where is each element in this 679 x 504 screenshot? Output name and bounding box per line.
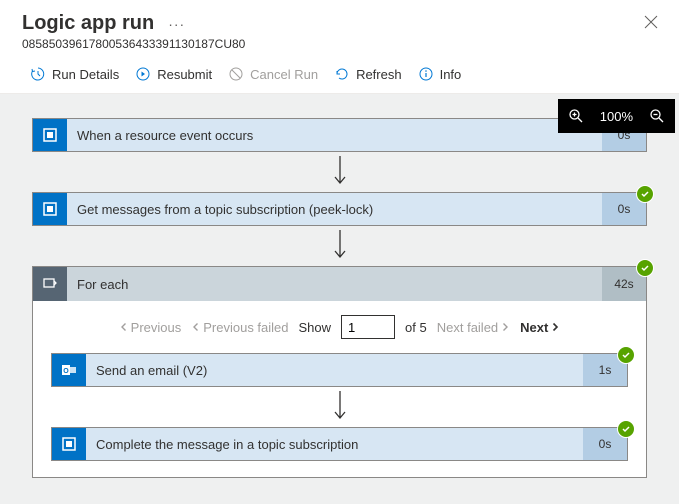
foreach-container: For each 42s Previous Previous failed Sh… (32, 266, 647, 478)
resubmit-icon (135, 66, 151, 82)
step-complete-label: Complete the message in a topic subscrip… (86, 428, 583, 460)
run-id-text: 08585039617800536433391130187CU80 (22, 37, 657, 51)
zoom-out-icon[interactable] (649, 108, 665, 124)
step-trigger-label: When a resource event occurs (67, 119, 602, 151)
run-details-button[interactable]: Run Details (30, 66, 119, 82)
run-details-label: Run Details (52, 67, 119, 82)
cancel-run-label: Cancel Run (250, 67, 318, 82)
refresh-icon (334, 66, 350, 82)
step-peek-lock[interactable]: Get messages from a topic subscription (… (32, 192, 647, 226)
info-icon (418, 66, 434, 82)
page-input[interactable] (341, 315, 395, 339)
info-button[interactable]: Info (418, 66, 462, 82)
resubmit-label: Resubmit (157, 67, 212, 82)
of-total-label: of 5 (405, 320, 427, 335)
svg-text:O: O (63, 368, 69, 375)
page-title: Logic app run (22, 12, 154, 35)
zoom-toolbar: 100% (558, 99, 675, 133)
resubmit-button[interactable]: Resubmit (135, 66, 212, 82)
overflow-menu-icon[interactable]: ··· (168, 16, 185, 32)
toolbar: Run Details Resubmit Cancel Run Refresh … (0, 55, 679, 94)
cancel-icon (228, 66, 244, 82)
success-badge (636, 185, 654, 203)
connector-arrow (49, 391, 630, 423)
step-send-email[interactable]: O Send an email (V2) 1s (51, 353, 628, 387)
outlook-icon: O (52, 354, 86, 386)
success-badge (636, 259, 654, 277)
success-badge (617, 346, 635, 364)
next-failed-link: Next failed (437, 320, 510, 335)
servicebus-icon (33, 193, 67, 225)
foreach-label: For each (67, 267, 602, 301)
history-icon (30, 66, 46, 82)
connector-arrow (18, 156, 661, 188)
cancel-run-button: Cancel Run (228, 66, 318, 82)
step-trigger[interactable]: When a resource event occurs 0s (32, 118, 647, 152)
foreach-icon (33, 267, 67, 301)
chevron-right-icon (550, 322, 560, 332)
foreach-header[interactable]: For each 42s (33, 267, 646, 301)
show-label: Show (299, 320, 332, 335)
zoom-percent: 100% (600, 109, 633, 124)
foreach-pagination: Previous Previous failed Show of 5 Next … (49, 315, 630, 339)
step-peek-lock-label: Get messages from a topic subscription (… (67, 193, 602, 225)
step-complete-message[interactable]: Complete the message in a topic subscrip… (51, 427, 628, 461)
connector-arrow (18, 230, 661, 262)
close-button[interactable] (641, 12, 661, 32)
chevron-right-icon (500, 322, 510, 332)
chevron-left-icon (119, 322, 129, 332)
step-send-email-label: Send an email (V2) (86, 354, 583, 386)
designer-canvas: 100% When a resource event occurs 0s Get… (0, 94, 679, 504)
zoom-in-icon[interactable] (568, 108, 584, 124)
eventgrid-icon (33, 119, 67, 151)
previous-failed-link: Previous failed (191, 320, 288, 335)
refresh-label: Refresh (356, 67, 402, 82)
info-label: Info (440, 67, 462, 82)
success-badge (617, 420, 635, 438)
close-icon (644, 15, 658, 29)
header: Logic app run ··· 0858503961780053643339… (0, 0, 679, 55)
refresh-button[interactable]: Refresh (334, 66, 402, 82)
chevron-left-icon (191, 322, 201, 332)
next-link[interactable]: Next (520, 320, 560, 335)
previous-link: Previous (119, 320, 182, 335)
servicebus-icon (52, 428, 86, 460)
